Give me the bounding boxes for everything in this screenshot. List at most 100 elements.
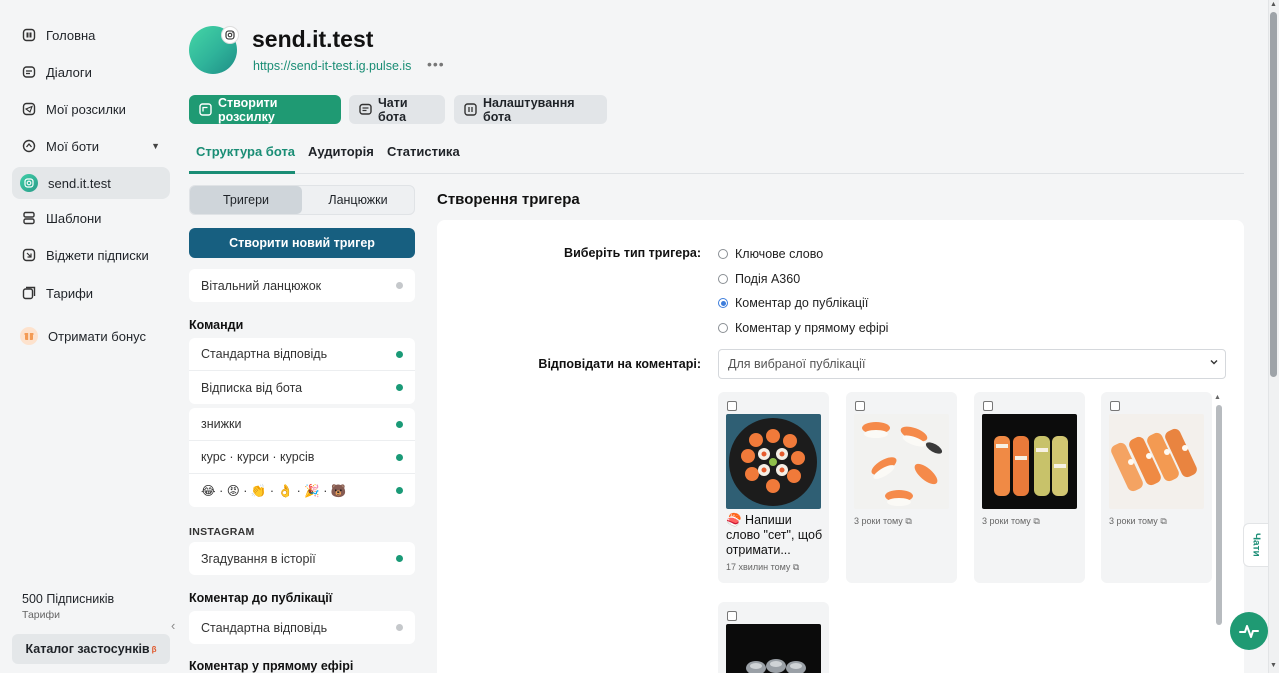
list-item[interactable]: курс · курси · курсів [189, 441, 415, 474]
radio-button[interactable] [718, 274, 728, 284]
bot-tabs: Структура бота Аудиторія Статистика [189, 138, 1244, 174]
radio-keyword[interactable]: Ключове слово [718, 247, 823, 261]
active-tab-indicator [189, 171, 295, 174]
post-time-label: 3 роки тому [854, 516, 903, 526]
sidebar-item-send-it-test[interactable]: send.it.test [12, 167, 170, 199]
collapse-sidebar-icon[interactable]: ‹ [171, 618, 175, 633]
post-checkbox[interactable] [855, 401, 865, 411]
sidebar-item-mailings[interactable]: Мої розсилки [12, 93, 170, 125]
app-catalog-button[interactable]: Каталог застосунків β [12, 634, 170, 664]
chevron-down-icon[interactable]: ▼ [151, 141, 160, 151]
external-link-icon[interactable]: ⧉ [1160, 516, 1166, 526]
external-link-icon[interactable]: ⧉ [905, 516, 911, 526]
chat-icon [22, 65, 36, 79]
settings-icon [464, 103, 477, 116]
external-link-icon[interactable]: ⧉ [793, 562, 799, 572]
trigger-segment-control: Тригери Ланцюжки [189, 185, 415, 215]
radio-post-comment[interactable]: Коментар до публікації [718, 296, 868, 310]
post-card[interactable]: 3 роки тому ⧉ [846, 392, 957, 583]
post-time: 3 роки тому ⧉ [1109, 516, 1167, 527]
bot-url-link[interactable]: https://send-it-test.ig.pulse.is [253, 59, 411, 73]
welcome-chain-card: Вітальний ланцюжок [189, 269, 415, 302]
sidebar-item-my-bots[interactable]: Мої боти ▼ [12, 130, 170, 162]
radio-button[interactable] [718, 323, 728, 333]
post-card[interactable] [718, 602, 829, 673]
commands-heading: Команди [189, 318, 244, 332]
posts-scrollbar[interactable] [1216, 405, 1222, 625]
radio-a360-event[interactable]: Подія A360 [718, 272, 800, 286]
chat-icon [359, 103, 372, 116]
pulse-widget-button[interactable] [1230, 612, 1268, 650]
status-dot [396, 555, 403, 562]
post-checkbox[interactable] [727, 401, 737, 411]
sidebar-item-dialogs[interactable]: Діалоги [12, 56, 170, 88]
list-item-label: Стандартна відповідь [201, 347, 328, 361]
template-icon [22, 211, 36, 225]
list-item-label: Відписка від бота [201, 380, 303, 395]
create-mailing-button[interactable]: Створити розсилку [189, 95, 341, 124]
create-mailing-label: Створити розсилку [218, 95, 278, 124]
sidebar-item-label: Діалоги [46, 64, 92, 80]
create-trigger-button[interactable]: Створити новий тригер [189, 228, 415, 258]
external-link-icon[interactable]: ⧉ [1033, 516, 1039, 526]
list-item[interactable]: Згадування в історії [189, 542, 415, 575]
instagram-card: Згадування в історії [189, 542, 415, 575]
trigger-type-label: Виберіть тип тригера: [564, 246, 701, 260]
sidebar-item-home[interactable]: Головна [12, 19, 170, 51]
post-thumbnail [854, 414, 949, 509]
create-trigger-title: Створення тригера [437, 191, 580, 208]
list-item[interactable]: Відписка від бота [189, 371, 415, 404]
status-dot [396, 384, 403, 391]
tariff-link[interactable]: Тарифи [22, 609, 60, 621]
scroll-down-icon[interactable]: ▼ [1270, 662, 1277, 669]
sidebar-item-bonus[interactable]: Отримати бонус [12, 320, 170, 352]
reply-to-select[interactable]: Для вибраної публікації [718, 349, 1226, 379]
post-card[interactable]: 3 роки тому ⧉ [1101, 392, 1212, 583]
bot-settings-button[interactable]: Налаштування бота [454, 95, 607, 124]
segment-chains[interactable]: Ланцюжки [302, 186, 414, 214]
radio-button-selected[interactable] [718, 298, 728, 308]
sidebar-item-label: Мої боти [46, 138, 100, 154]
post-checkbox[interactable] [1110, 401, 1120, 411]
scroll-up-icon[interactable]: ▲ [1270, 1, 1277, 8]
page-scrollbar-thumb[interactable] [1270, 12, 1277, 377]
sidebar-item-label: Отримати бонус [48, 328, 146, 344]
tab-audience[interactable]: Аудиторія [308, 144, 374, 159]
radio-button[interactable] [718, 249, 728, 259]
status-dot [396, 487, 403, 494]
post-time: 3 роки тому ⧉ [982, 516, 1040, 527]
post-time-label: 17 хвилин тому [726, 562, 791, 572]
segment-triggers[interactable]: Тригери [190, 186, 302, 214]
tariff-icon [22, 286, 36, 300]
more-icon[interactable]: ••• [427, 56, 445, 72]
list-item[interactable]: Стандартна відповідь [189, 338, 415, 371]
sidebar-item-tariffs[interactable]: Тарифи [12, 277, 170, 309]
sidebar-item-label: Мої розсилки [46, 101, 126, 117]
list-item[interactable]: 😂 · 😡 · 👏 · 👌 · 🎉 · 🐻 [189, 474, 415, 507]
chats-side-tab[interactable]: Чати [1243, 523, 1268, 567]
radio-live-comment[interactable]: Коментар у прямому ефірі [718, 321, 888, 335]
select-value: Для вибраної публікації [728, 357, 866, 371]
status-dot [396, 420, 403, 428]
post-thumbnail [1109, 414, 1204, 509]
tab-structure[interactable]: Структура бота [196, 144, 295, 159]
sidebar-item-templates[interactable]: Шаблони [12, 202, 170, 234]
sidebar-item-widgets[interactable]: Віджети підписки [12, 239, 170, 271]
reply-to-label: Відповідати на коментарі: [538, 357, 701, 371]
post-checkbox[interactable] [983, 401, 993, 411]
sidebar-item-label: send.it.test [48, 175, 111, 191]
list-item[interactable]: знижки [189, 408, 415, 441]
scroll-up-icon[interactable]: ▲ [1214, 394, 1221, 401]
create-mailing-icon [199, 103, 212, 116]
post-card[interactable]: 3 роки тому ⧉ [974, 392, 1085, 583]
list-item-label: Стандартна відповідь [201, 620, 328, 635]
subscriber-count: 500 Підписників [22, 592, 115, 606]
sidebar: Головна Діалоги Мої розсилки Мої боти ▼ … [0, 0, 180, 673]
post-checkbox[interactable] [727, 611, 737, 621]
tab-statistics[interactable]: Статистика [387, 144, 460, 159]
list-item[interactable]: Стандартна відповідь [189, 611, 415, 644]
post-card[interactable]: 🍣 Напиши слово "сет", щоб отримати... 17… [718, 392, 829, 583]
bot-chats-button[interactable]: Чати бота [349, 95, 445, 124]
commands-card-1: Стандартна відповідь Відписка від бота [189, 338, 415, 404]
list-item[interactable]: Вітальний ланцюжок [189, 269, 415, 302]
